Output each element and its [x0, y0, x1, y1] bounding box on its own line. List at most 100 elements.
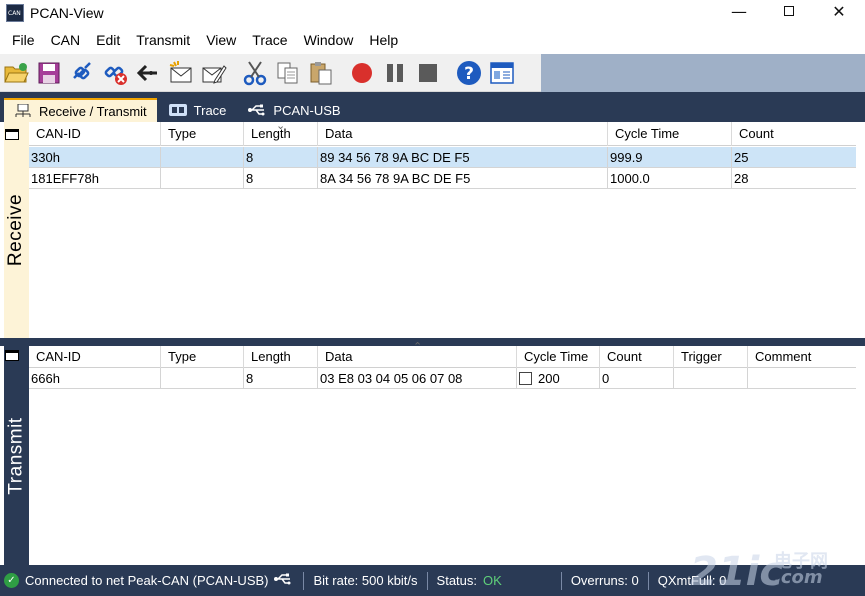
col-cycle-time[interactable]: Cycle Time — [608, 122, 732, 146]
col-comment[interactable]: Comment — [748, 346, 856, 368]
svg-text:?: ? — [464, 64, 474, 84]
cell-can-id: 330h — [29, 147, 161, 168]
copy-icon[interactable] — [274, 59, 302, 87]
col-trigger[interactable]: Trigger — [674, 346, 748, 368]
menu-help[interactable]: Help — [361, 29, 406, 51]
usb-icon — [248, 103, 266, 117]
window-title: PCAN-View — [30, 5, 104, 21]
col-data[interactable]: Data — [318, 122, 608, 146]
sort-indicator-icon: ⌄ — [276, 120, 286, 132]
bitrate-text: Bit rate: 500 kbit/s — [313, 573, 418, 588]
sort-indicator-icon: ⌃ — [413, 341, 423, 353]
usb-icon — [274, 573, 292, 588]
reset-icon[interactable] — [134, 59, 162, 87]
cut-icon[interactable] — [241, 59, 269, 87]
trace-icon — [168, 103, 187, 117]
cell-data: 8A 34 56 78 9A BC DE F5 — [318, 168, 608, 189]
maximize-icon — [784, 6, 794, 16]
tab-trace[interactable]: Trace — [159, 98, 237, 122]
cell-count: 0 — [600, 368, 674, 389]
toolbar: ? — [0, 54, 865, 92]
col-count[interactable]: Count — [732, 122, 856, 146]
status-value: OK — [483, 573, 502, 588]
status-divider — [560, 571, 562, 590]
menu-transmit[interactable]: Transmit — [128, 29, 198, 51]
col-can-id[interactable]: CAN-ID — [29, 122, 161, 146]
cell-length: 8 — [244, 168, 318, 189]
col-length[interactable]: Length — [244, 346, 318, 368]
col-count[interactable]: Count — [600, 346, 674, 368]
tab-label: PCAN-USB — [273, 102, 341, 118]
cell-cycle-time: 200 — [517, 368, 600, 389]
cell-count: 25 — [734, 150, 749, 165]
overruns-text: Overruns: 0 — [570, 573, 639, 588]
menu-file[interactable]: File — [4, 29, 43, 51]
column-chooser-icon[interactable] — [5, 350, 19, 361]
col-cycle-time[interactable]: Cycle Time — [517, 346, 600, 368]
table-row[interactable]: 330h 8 89 34 56 78 9A BC DE F5 999.9 25 — [29, 147, 856, 168]
cell-length: 8 — [244, 147, 318, 168]
edit-message-icon[interactable] — [200, 59, 228, 87]
status-divider — [647, 571, 649, 590]
close-button[interactable]: ✕ — [816, 0, 862, 22]
save-icon[interactable] — [35, 59, 63, 87]
tab-strip: Receive / Transmit Trace PCAN-USB — [0, 92, 865, 122]
menu-edit[interactable]: Edit — [88, 29, 128, 51]
menu-can[interactable]: CAN — [43, 29, 89, 51]
cell-length: 8 — [244, 368, 318, 389]
cell-cycle-time: 999.9 — [608, 147, 732, 168]
cell-can-id: 666h — [29, 368, 161, 389]
app-logo-icon — [6, 4, 24, 22]
status-divider — [303, 571, 305, 590]
minimize-button[interactable]: — — [716, 0, 762, 22]
panel-splitter[interactable] — [0, 338, 865, 346]
connect-icon[interactable] — [68, 59, 96, 87]
tab-receive-transmit[interactable]: Receive / Transmit — [4, 98, 157, 122]
status-label: Status: — [436, 573, 478, 588]
new-message-icon[interactable] — [167, 59, 195, 87]
menu-view[interactable]: View — [198, 29, 244, 51]
cell-type — [161, 147, 244, 168]
tab-label: Trace — [193, 102, 227, 118]
cycle-time-value: 200 — [538, 371, 560, 386]
transmit-header: CAN-ID Type Length Data Cycle Time Count… — [29, 341, 856, 368]
receive-header: CAN-ID Type Length Data Cycle Time Count… — [29, 120, 856, 146]
col-type[interactable]: Type — [161, 122, 244, 146]
menu-window[interactable]: Window — [296, 29, 362, 51]
toolbar-filler — [541, 54, 865, 92]
title-bar: PCAN-View — ✕ — [0, 0, 865, 26]
cell-data: 03 E8 03 04 05 06 07 08 — [318, 368, 517, 389]
tab-label: Receive / Transmit — [39, 103, 147, 119]
qxmtfull-text: QXmtFull: 0 — [657, 573, 727, 588]
open-folder-icon[interactable] — [2, 59, 30, 87]
maximize-button[interactable] — [766, 0, 812, 22]
pause-icon[interactable] — [381, 59, 409, 87]
cell-data: 89 34 56 78 9A BC DE F5 — [318, 147, 608, 168]
cell-cycle-time: 1000.0 — [608, 168, 732, 189]
paused-checkbox[interactable] — [519, 372, 532, 386]
about-icon[interactable] — [488, 59, 516, 87]
connection-status: Connected to net Peak-CAN (PCAN-USB) — [25, 573, 269, 588]
status-bar: ✓ Connected to net Peak-CAN (PCAN-USB) B… — [0, 565, 865, 596]
status-divider — [426, 571, 428, 590]
column-chooser-icon[interactable] — [5, 129, 19, 140]
col-can-id[interactable]: CAN-ID — [29, 346, 161, 368]
network-icon — [14, 104, 32, 118]
cell-trigger — [674, 368, 748, 389]
cell-can-id: 181EFF78h — [29, 168, 161, 189]
cell-count: 28 — [734, 171, 749, 186]
help-icon[interactable]: ? — [455, 59, 483, 87]
col-type[interactable]: Type — [161, 346, 244, 368]
disconnect-icon[interactable] — [101, 59, 129, 87]
tab-pcan-usb[interactable]: PCAN-USB — [238, 98, 350, 122]
stop-icon[interactable] — [414, 59, 442, 87]
paste-icon[interactable] — [307, 59, 335, 87]
table-row[interactable]: 181EFF78h 8 8A 34 56 78 9A BC DE F5 1000… — [29, 168, 856, 189]
cell-type — [161, 168, 244, 189]
table-row[interactable]: 666h 8 03 E8 03 04 05 06 07 08 200 0 — [29, 368, 856, 389]
record-icon[interactable] — [348, 59, 376, 87]
menu-trace[interactable]: Trace — [244, 29, 295, 51]
cell-type — [161, 368, 244, 389]
cell-comment — [748, 368, 856, 389]
menu-bar: File CAN Edit Transmit View Trace Window… — [0, 28, 865, 52]
